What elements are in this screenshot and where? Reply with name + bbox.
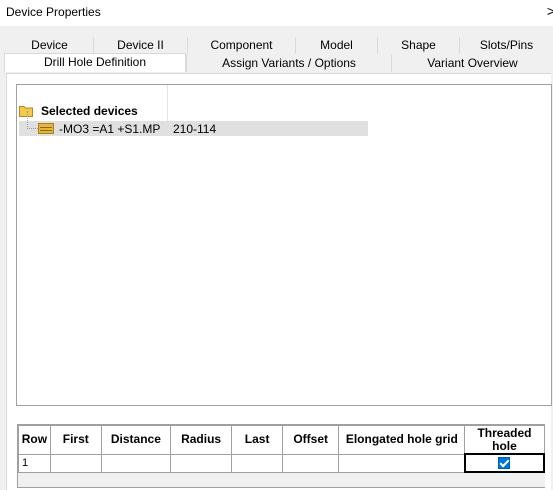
tree-row-device[interactable]: -MO3 =A1 +S1.MP 210-114: [19, 111, 368, 136]
cell-distance[interactable]: [100, 453, 172, 473]
cell-elongated[interactable]: [338, 453, 466, 473]
drill-hole-table: Row First Distance Radius Last Offset El…: [18, 425, 546, 473]
drill-hole-grid[interactable]: Row First Distance Radius Last Offset El…: [17, 424, 546, 488]
cell-threaded[interactable]: [463, 453, 546, 473]
device-tree[interactable]: Selected devices -MO3 =A1 +S1.MP 210-114: [16, 84, 552, 406]
cell-radius[interactable]: [169, 453, 233, 473]
tab-device[interactable]: Device: [6, 37, 94, 54]
cell-first[interactable]: [49, 453, 102, 473]
header-offset[interactable]: Offset: [282, 425, 340, 455]
cell-last[interactable]: [231, 453, 284, 473]
device-part-number: 210-114: [173, 122, 217, 136]
cell-offset[interactable]: [282, 453, 340, 473]
tab-assign-variants-options[interactable]: Assign Variants / Options: [186, 55, 391, 72]
header-elongated-hole-grid[interactable]: Elongated hole grid: [338, 425, 466, 455]
tab-variant-overview[interactable]: Variant Overview: [391, 55, 553, 72]
header-row[interactable]: Row: [18, 425, 51, 455]
window-title: Device Properties: [6, 5, 101, 19]
device-label: -MO3 =A1 +S1.MP: [59, 122, 161, 136]
cell-row[interactable]: 1: [18, 453, 51, 473]
header-first[interactable]: First: [49, 425, 102, 455]
table-row[interactable]: 1: [18, 453, 546, 473]
header-threaded-hole[interactable]: Threaded hole: [464, 425, 545, 455]
threaded-hole-checkbox[interactable]: [498, 457, 511, 470]
header-last[interactable]: Last: [231, 425, 284, 455]
header-radius[interactable]: Radius: [169, 425, 233, 455]
tab-slots-pins[interactable]: Slots/Pins: [460, 37, 553, 54]
close-icon[interactable]: >: [547, 3, 553, 19]
header-distance[interactable]: Distance: [100, 425, 172, 455]
device-icon: [38, 123, 54, 134]
tab-drill-hole-definition[interactable]: Drill Hole Definition: [4, 53, 186, 72]
tree-root-label: Selected devices: [41, 104, 138, 118]
tab-model[interactable]: Model: [296, 37, 378, 54]
title-bar: Device Properties >: [0, 0, 553, 26]
tab-device-ii[interactable]: Device II: [94, 37, 188, 54]
tab-component[interactable]: Component: [188, 37, 296, 54]
tab-shape[interactable]: Shape: [378, 37, 460, 54]
